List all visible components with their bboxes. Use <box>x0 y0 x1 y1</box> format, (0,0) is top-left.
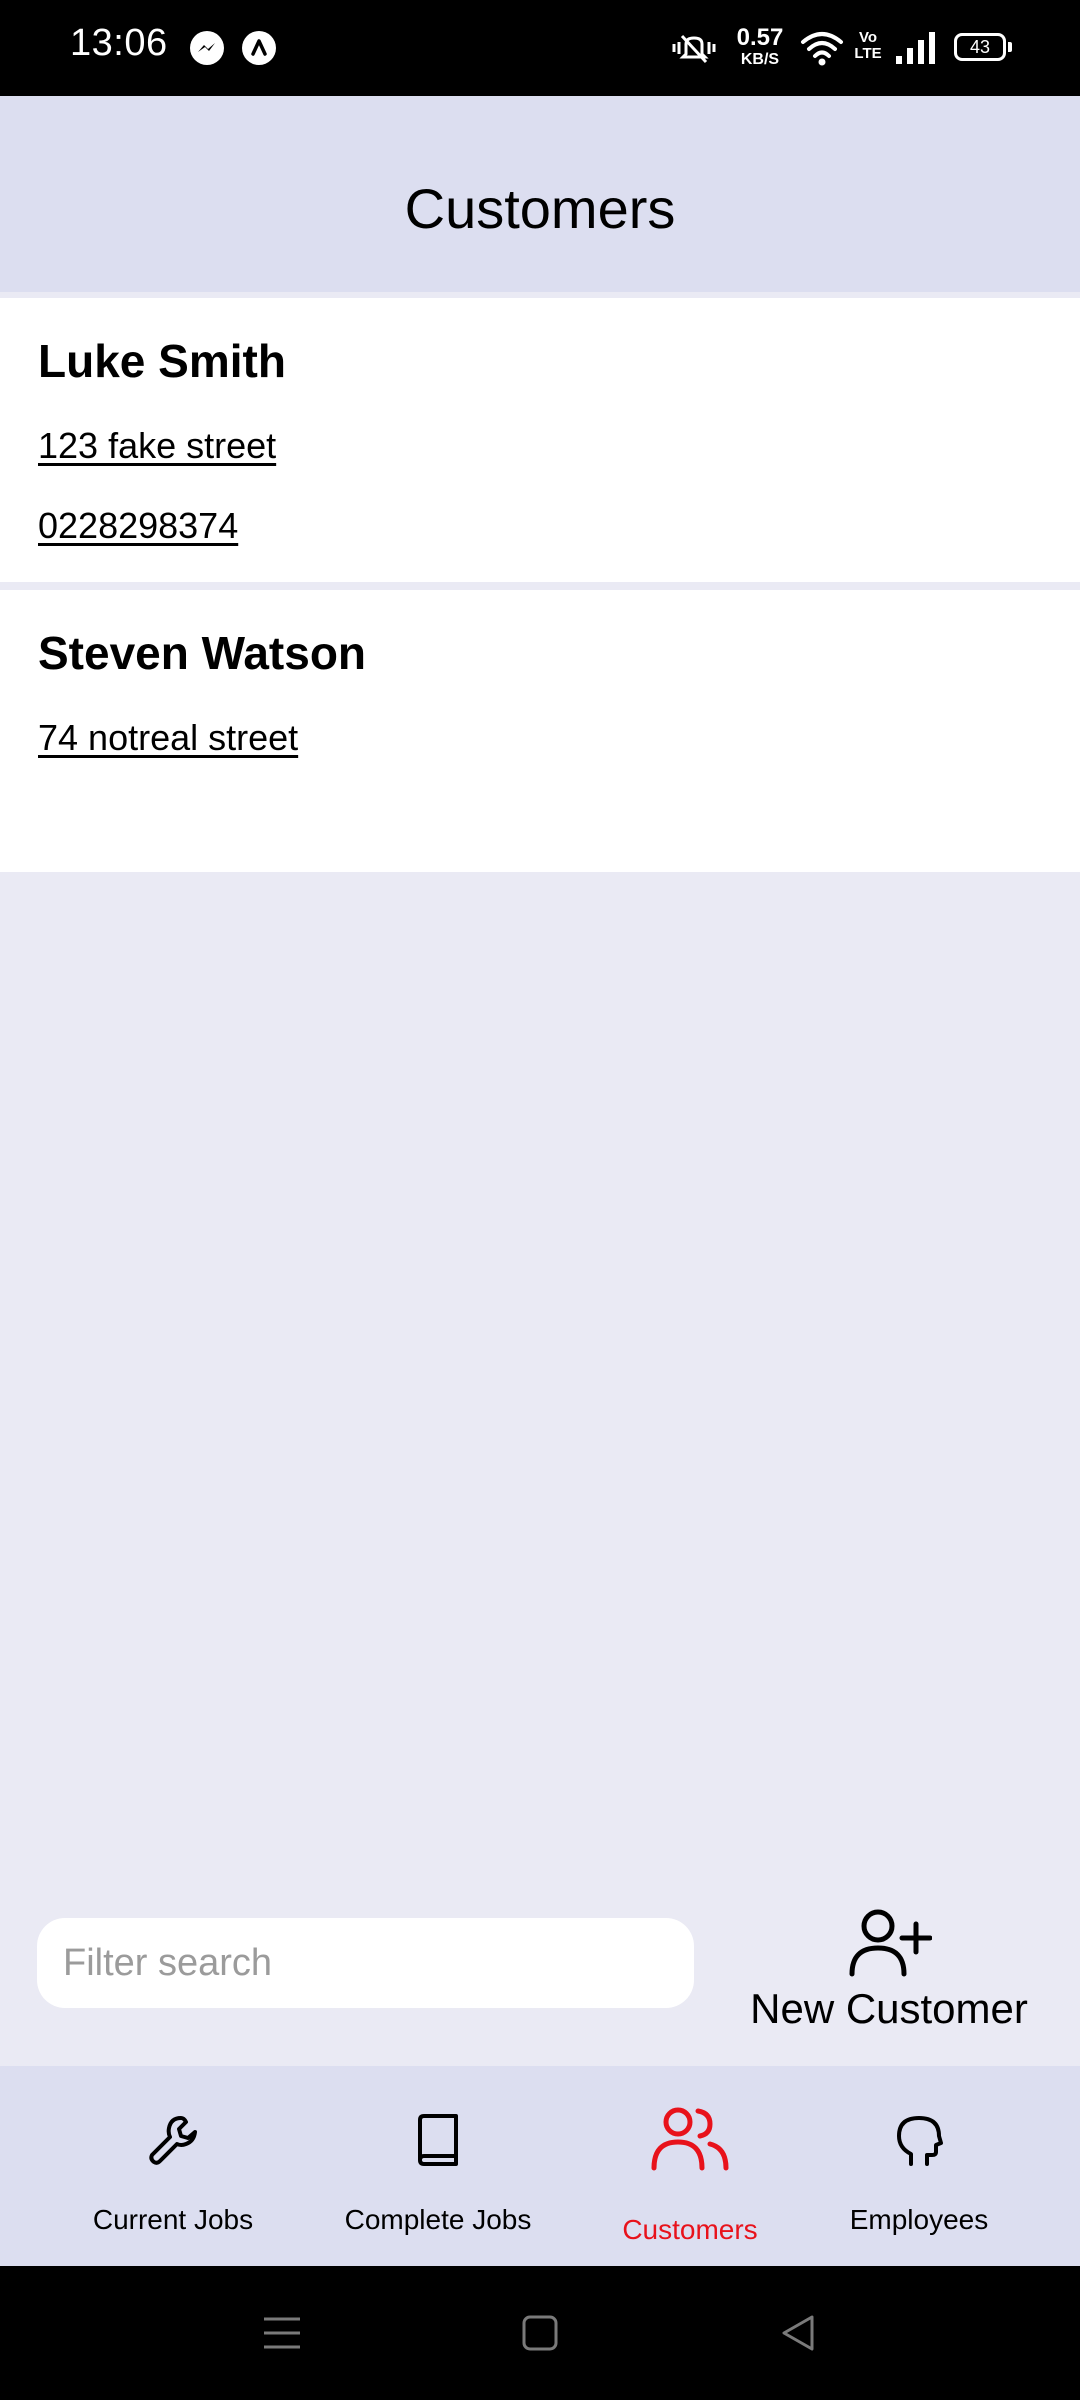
menu-button[interactable] <box>222 2266 342 2400</box>
wifi-icon <box>800 28 844 73</box>
filter-search-input[interactable] <box>37 1918 694 2008</box>
nav-label: Complete Jobs <box>344 2204 532 2235</box>
nav-label: Current Jobs <box>92 2204 254 2235</box>
customer-address-link[interactable]: 74 notreal street <box>38 720 298 756</box>
status-time: 13:06 <box>70 22 168 64</box>
vibrate-off-icon <box>670 30 718 71</box>
customer-phone-link[interactable]: 0228298374 <box>38 508 238 544</box>
wrench-icon <box>149 2116 197 2165</box>
head-icon <box>897 2116 943 2166</box>
nav-item-current-jobs[interactable]: Current Jobs <box>60 2066 286 2266</box>
messenger-icon <box>190 31 224 65</box>
new-customer-label: New Customer <box>750 1985 1028 2032</box>
customer-name: Steven Watson <box>38 627 367 679</box>
nav-item-employees[interactable]: Employees <box>830 2066 1008 2266</box>
nav-item-complete-jobs[interactable]: Complete Jobs <box>330 2066 546 2266</box>
nav-label: Customers <box>622 2214 758 2245</box>
book-icon <box>418 2114 458 2166</box>
users-icon <box>651 2107 729 2171</box>
user-plus-icon <box>849 1909 932 1977</box>
page-title: Customers <box>404 177 676 240</box>
network-speed: 0.57 KB/S <box>732 26 788 68</box>
app-icon <box>242 31 276 65</box>
customer-card[interactable]: Luke Smith 123 fake street 0228298374 <box>0 298 1080 582</box>
network-speed-unit: KB/S <box>740 51 780 68</box>
network-speed-value: 0.57 <box>736 24 784 51</box>
nav-item-customers[interactable]: Customers <box>600 2066 780 2266</box>
system-nav-bar <box>0 2266 1080 2400</box>
new-customer-button[interactable]: New Customer <box>736 1906 1042 2046</box>
customer-card[interactable]: Steven Watson 74 notreal street <box>0 590 1080 872</box>
back-icon <box>782 2315 814 2351</box>
menu-icon <box>264 2317 300 2349</box>
home-button[interactable] <box>480 2266 600 2400</box>
battery-level: 43 <box>969 37 991 57</box>
battery-tip <box>1008 42 1012 52</box>
customer-address-link[interactable]: 123 fake street <box>38 428 276 464</box>
back-button[interactable] <box>738 2266 858 2400</box>
nav-label: Employees <box>849 2204 989 2235</box>
volte-icon: Vo LTE <box>854 29 882 62</box>
app-header: Customers <box>0 96 1080 292</box>
customer-name: Luke Smith <box>38 335 286 387</box>
signal-icon <box>894 30 938 71</box>
bottom-nav: Current Jobs Complete Jobs Customers Emp… <box>0 2066 1080 2266</box>
status-bar: 13:06 0.57 KB/S Vo LTE 43 <box>0 0 1080 96</box>
home-icon <box>522 2315 558 2351</box>
battery-icon: 43 <box>954 33 1006 61</box>
